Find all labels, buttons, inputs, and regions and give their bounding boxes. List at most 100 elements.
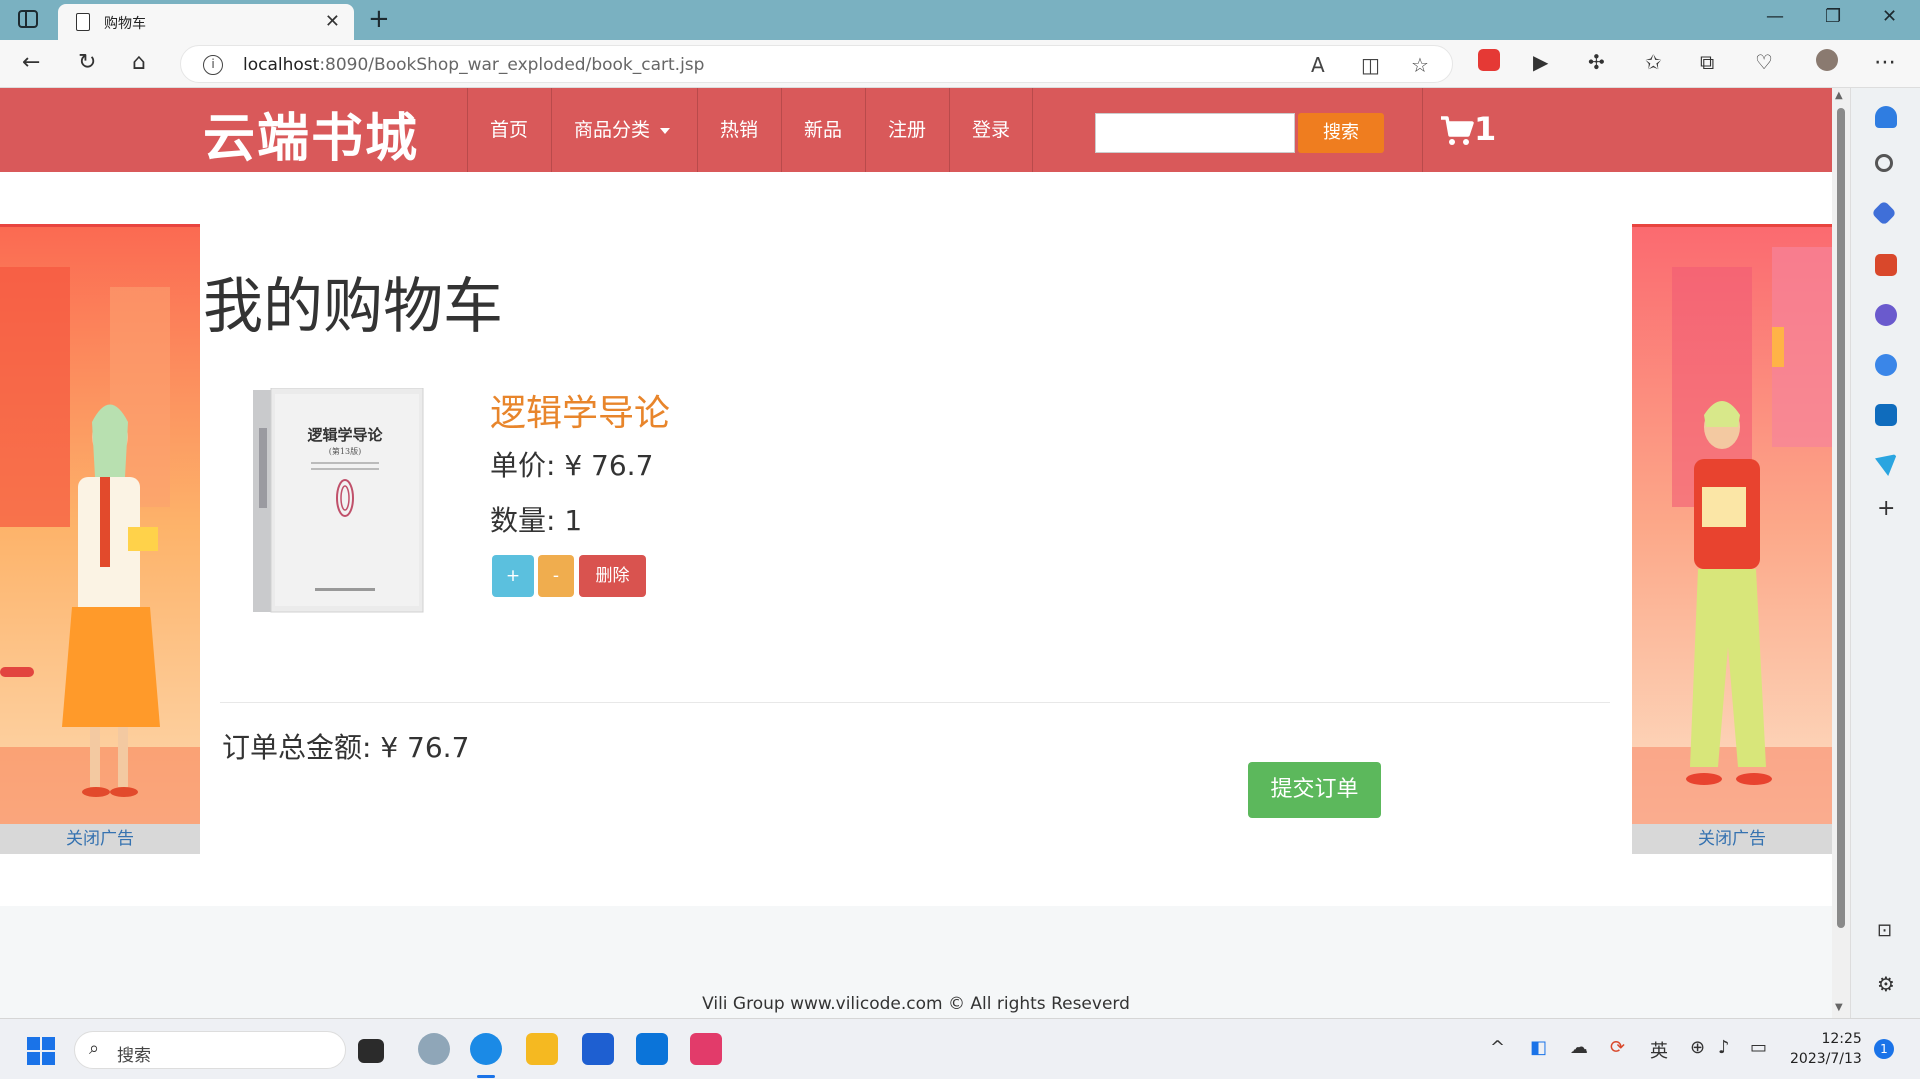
favorite-star-icon[interactable]: ☆ (1411, 53, 1429, 77)
left-ad-image (0, 224, 200, 824)
app-icon[interactable] (418, 1033, 450, 1065)
book-cover-title: 逻辑学导论 (307, 426, 383, 444)
profile-avatar[interactable] (1816, 49, 1838, 71)
nav-categories-label: 商品分类 (574, 119, 651, 141)
scrollbar-thumb[interactable] (1837, 108, 1845, 928)
maximize-icon[interactable]: ❐ (1825, 6, 1841, 27)
tray-app-icon[interactable]: ◧ (1530, 1037, 1547, 1058)
search-icon: ⌕ (89, 1038, 100, 1059)
search-input[interactable] (1095, 113, 1295, 153)
browser-essentials-icon[interactable]: ♡ (1755, 50, 1773, 74)
onedrive-icon[interactable]: ☁ (1570, 1037, 1588, 1058)
close-ad-button[interactable]: 关闭广告 (0, 824, 200, 854)
tab-actions-icon[interactable] (18, 10, 38, 28)
page-viewport: 云端书城 首页 商品分类 热销 新品 注册 登录 搜索 1 关闭广告 关闭广告 … (0, 88, 1832, 1018)
close-window-icon[interactable]: ✕ (1882, 6, 1897, 27)
unit-price: 单价: ¥ 76.7 (490, 449, 654, 482)
ime-indicator[interactable]: 英 (1650, 1037, 1668, 1063)
clock-date: 2023/7/13 (1790, 1051, 1862, 1067)
windows-start-icon[interactable] (27, 1037, 55, 1065)
divider (220, 702, 1610, 703)
increase-quantity-button[interactable]: + (492, 555, 534, 597)
site-brand[interactable]: 云端书城 (203, 96, 419, 171)
left-ad: 关闭广告 (0, 224, 200, 854)
nav-home[interactable]: 首页 (467, 88, 550, 172)
right-ad-image (1632, 224, 1832, 824)
mail-icon[interactable] (636, 1033, 668, 1065)
new-tab-icon[interactable]: + (368, 4, 390, 34)
network-icon[interactable]: ⊕ (1690, 1037, 1705, 1058)
shopping-tag-icon[interactable] (1871, 200, 1897, 226)
delete-item-button[interactable]: 删除 (579, 555, 646, 597)
page-scrollbar[interactable]: ▲ ▼ (1832, 88, 1850, 1018)
play-icon[interactable]: ▶ (1533, 50, 1548, 74)
book-cover-edition: (第13版) (329, 446, 361, 456)
book-cover-image[interactable]: 逻辑学导论 (第13版) (253, 387, 425, 614)
cart-icon (1441, 116, 1474, 145)
nav-register[interactable]: 注册 (865, 88, 948, 172)
nav-categories[interactable]: 商品分类 (551, 88, 692, 172)
active-app-indicator (477, 1075, 495, 1078)
site-info-icon[interactable]: i (203, 55, 223, 75)
system-clock[interactable]: 12:25 2023/7/13 (1790, 1029, 1862, 1069)
page-icon (76, 13, 90, 31)
submit-order-button[interactable]: 提交订单 (1248, 762, 1381, 818)
games-chess-icon[interactable] (1875, 304, 1897, 326)
more-menu-icon[interactable]: ⋯ (1874, 50, 1896, 75)
intellij-idea-icon[interactable] (690, 1033, 722, 1065)
nav-hot[interactable]: 热销 (697, 88, 780, 172)
read-aloud-icon[interactable]: A (1311, 53, 1325, 77)
taskbar-search-placeholder: 搜索 (117, 1046, 151, 1066)
app-u-icon[interactable] (582, 1033, 614, 1065)
extension-red-icon[interactable] (1478, 49, 1500, 71)
favorites-icon[interactable]: ✩ (1645, 50, 1662, 74)
browser-tab-bar: 购物车 ✕ + — ❐ ✕ (0, 0, 1920, 40)
site-navbar: 云端书城 首页 商品分类 热销 新品 注册 登录 搜索 1 (0, 88, 1832, 172)
cart-link[interactable]: 1 (1440, 110, 1496, 154)
show-hidden-icons[interactable]: ^ (1490, 1037, 1505, 1058)
caret-down-icon (660, 127, 671, 134)
order-total: 订单总金额: ¥ 76.7 (222, 731, 470, 764)
url-text[interactable]: localhost:8090/BookShop_war_exploded/boo… (243, 55, 704, 75)
notification-bell-icon[interactable] (1875, 106, 1897, 128)
add-icon[interactable]: + (1877, 496, 1895, 521)
search-button[interactable]: 搜索 (1298, 113, 1384, 153)
close-ad-button[interactable]: 关闭广告 (1632, 824, 1832, 854)
book-title-link[interactable]: 逻辑学导论 (490, 384, 670, 436)
nav-new[interactable]: 新品 (781, 88, 864, 172)
file-explorer-icon[interactable] (526, 1033, 558, 1065)
settings-gear-icon[interactable]: ⚙ (1877, 972, 1895, 996)
tools-briefcase-icon[interactable] (1875, 254, 1897, 276)
taskbar-search[interactable]: ⌕ 搜索 (74, 1031, 346, 1069)
browser-tab[interactable]: 购物车 ✕ (58, 4, 354, 40)
cart-count: 1 (1474, 110, 1497, 148)
taskbar: ⌕ 搜索 ^ ◧ ☁ ⟳ 英 ⊕ ♪ ▭ 12:25 2023/7/13 1 (0, 1018, 1920, 1079)
screenshot-icon[interactable]: ⊡ (1877, 920, 1892, 941)
close-tab-icon[interactable]: ✕ (325, 11, 340, 32)
decrease-quantity-button[interactable]: - (538, 555, 574, 597)
nav-login[interactable]: 登录 (949, 88, 1034, 172)
minimize-icon[interactable]: — (1766, 6, 1784, 27)
home-icon[interactable]: ⌂ (132, 50, 146, 75)
collections-icon[interactable]: ⧉ (1700, 50, 1714, 74)
edge-browser-icon[interactable] (470, 1033, 502, 1065)
nav-divider (1422, 88, 1423, 172)
battery-icon[interactable]: ▭ (1750, 1037, 1767, 1058)
tab-title: 购物车 (104, 16, 146, 32)
notification-badge[interactable]: 1 (1874, 1039, 1894, 1059)
search-icon[interactable] (1875, 154, 1893, 172)
refresh-icon[interactable]: ↻ (78, 50, 96, 75)
split-screen-icon[interactable]: ◫ (1361, 53, 1380, 77)
scroll-up-icon[interactable]: ▲ (1835, 90, 1843, 101)
outlook-icon[interactable] (1875, 404, 1897, 426)
address-bar[interactable]: i localhost:8090/BookShop_war_exploded/b… (180, 45, 1453, 83)
microsoft-365-icon[interactable] (1875, 354, 1897, 376)
scroll-down-icon[interactable]: ▼ (1835, 1002, 1843, 1013)
task-view-icon[interactable] (358, 1039, 384, 1063)
sync-icon[interactable]: ⟳ (1610, 1037, 1625, 1058)
quantity: 数量: 1 (490, 504, 583, 537)
volume-mute-icon[interactable]: ♪ (1718, 1037, 1730, 1058)
extensions-puzzle-icon[interactable]: ✣ (1588, 50, 1605, 74)
send-icon[interactable] (1875, 454, 1897, 476)
back-icon[interactable]: ← (22, 50, 40, 75)
